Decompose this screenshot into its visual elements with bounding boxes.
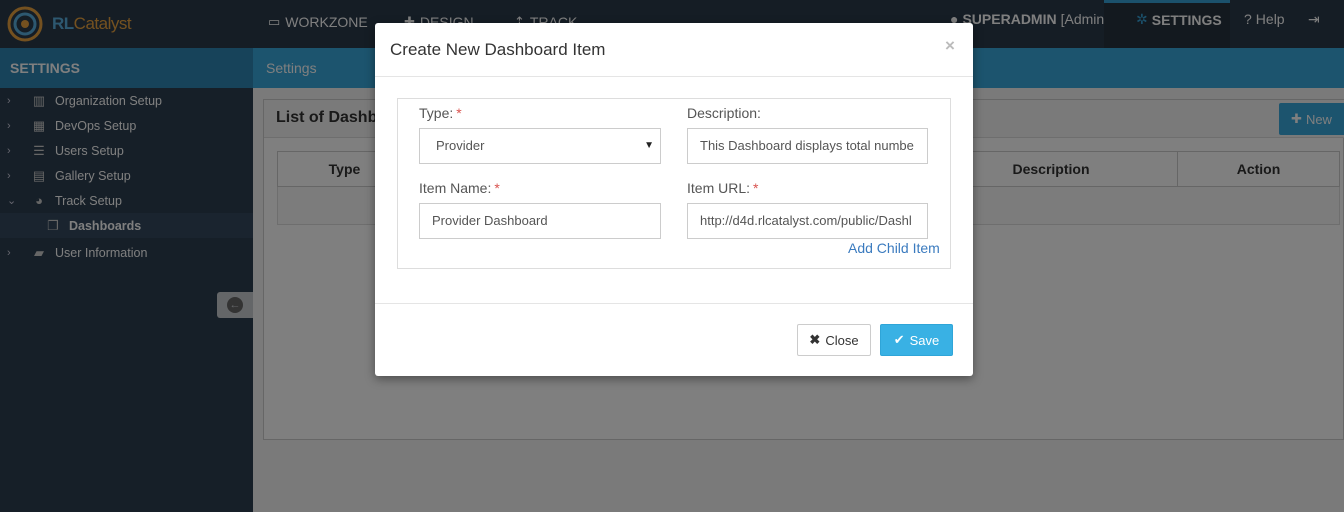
type-label: Type: * [419,105,462,121]
item-url-label: Item URL: * [687,180,759,196]
close-button-label: Close [825,332,859,348]
item-name-label: Item Name: * [419,180,500,196]
modal-title: Create New Dashboard Item [390,40,606,59]
create-dashboard-modal: Create New Dashboard Item × Type: * Provi… [375,23,973,376]
caret-down-icon: ▼ [644,140,654,151]
description-label: Description: [687,105,761,121]
modal-footer: ✖ Close ✔ Save [375,303,973,376]
save-button[interactable]: ✔ Save [880,324,953,356]
modal-header: Create New Dashboard Item × [375,23,973,77]
item-url-input[interactable]: http://d4d.rlcatalyst.com/public/Dashl [687,203,928,239]
check-icon: ✔ [893,332,905,347]
item-name-input[interactable]: Provider Dashboard [419,203,661,239]
add-child-item-link[interactable]: Add Child Item [848,240,940,256]
type-select-value: Provider [436,138,485,153]
close-icon[interactable]: × [945,36,955,56]
type-select[interactable]: Provider ▼ [419,128,661,164]
description-input[interactable]: This Dashboard displays total numbe [687,128,928,164]
times-icon: ✖ [809,332,821,347]
close-button[interactable]: ✖ Close [797,324,871,356]
save-button-label: Save [909,332,940,348]
